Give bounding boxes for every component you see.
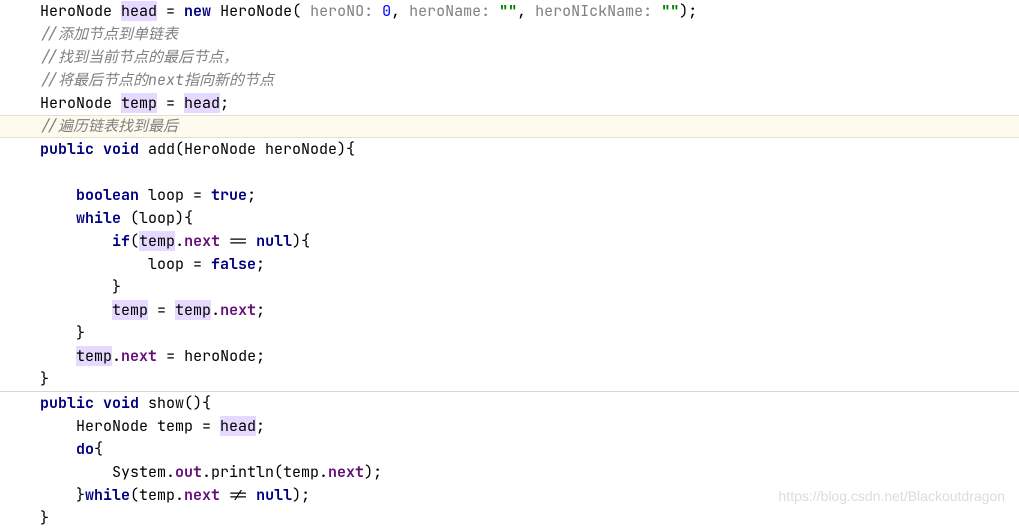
code-line-9[interactable]: boolean loop = true; [0, 184, 1019, 207]
code-line-4[interactable]: //将最后节点的next指向新的节点 [0, 69, 1019, 92]
code-line-23[interactable]: } [0, 507, 1019, 530]
code-line-13[interactable]: } [0, 276, 1019, 299]
code-line-8[interactable] [0, 161, 1019, 184]
var-head-use: head [184, 93, 220, 113]
code-line-14[interactable]: temp = temp.next; [0, 299, 1019, 322]
watermark: https://blog.csdn.net/Blackoutdragon [779, 485, 1005, 508]
code-line-16[interactable]: temp.next = heroNode; [0, 345, 1019, 368]
var-head: head [121, 1, 157, 21]
code-line-7[interactable]: public void add(HeroNode heroNode){ [0, 138, 1019, 161]
code-line-20[interactable]: do{ [0, 438, 1019, 461]
code-line-21[interactable]: System.out.println(temp.next); [0, 461, 1019, 484]
code-line-3[interactable]: //找到当前节点的最后节点， [0, 46, 1019, 69]
code-line-18[interactable]: public void show(){ [0, 392, 1019, 415]
code-line-17[interactable]: } [0, 368, 1019, 391]
code-line-1[interactable]: HeroNode head = new HeroNode( heroNO: 0,… [0, 0, 1019, 23]
code-line-10[interactable]: while (loop){ [0, 207, 1019, 230]
var-temp: temp [121, 93, 157, 113]
code-line-15[interactable]: } [0, 322, 1019, 345]
code-line-12[interactable]: loop = false; [0, 253, 1019, 276]
code-line-5[interactable]: HeroNode temp = head; [0, 92, 1019, 115]
code-line-6-highlight[interactable]: //遍历链表找到最后 [0, 115, 1019, 138]
code-line-11[interactable]: if(temp.next == null){ [0, 230, 1019, 253]
code-line-19[interactable]: HeroNode temp = head; [0, 415, 1019, 438]
code-line-2[interactable]: //添加节点到单链表 [0, 23, 1019, 46]
